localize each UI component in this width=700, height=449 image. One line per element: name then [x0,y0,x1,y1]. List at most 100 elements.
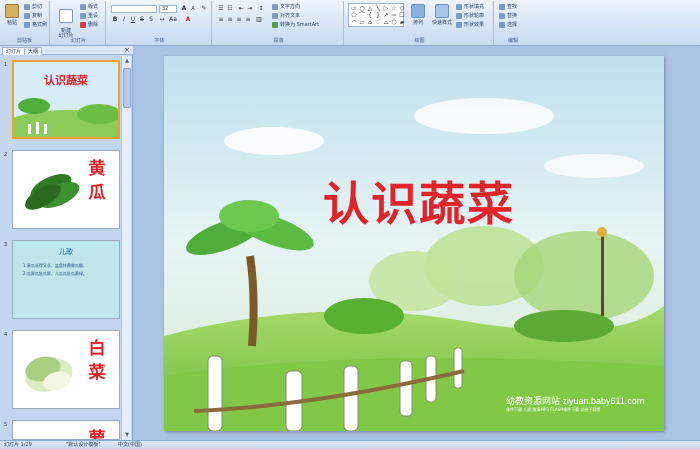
align-left-icon[interactable]: ≡ [217,16,225,24]
slide-3-line-1: 1.黄瓜长得又长，盆盘排黄做瓜瓣， [23,263,87,268]
shape-option-icon[interactable]: ◇ [398,5,406,12]
shadow-button[interactable]: S [147,16,155,24]
slide-number: 1 [4,62,8,68]
delete-slide-button[interactable]: 删除 [80,21,98,29]
shape-option-icon[interactable]: ☆ [390,5,398,12]
bullets-icon[interactable]: ☰ [217,5,225,13]
format-painter-button[interactable]: 格式刷 [24,21,47,29]
shape-gallery[interactable]: ▭ ○ △ ╲ ▷ ☆ ◇ ⬠ ⌒{} ↗ ⇨ ☐ ◠ ▱ ⌂ ♡ ⌓ ⬡ ▰ [348,3,406,27]
slide-thumbnail-2[interactable]: 黄瓜 [12,150,120,229]
slide-number: 2 [4,152,8,158]
shape-option-icon[interactable]: ╲ [374,5,382,12]
new-slide-icon [59,9,73,23]
justify-icon[interactable]: ≡ [244,16,252,24]
panel-tabs: 幻灯片 大纲 × [0,46,133,55]
slide-title[interactable]: 认识蔬菜 [304,168,534,234]
bold-button[interactable]: B [111,16,119,24]
font-color-button[interactable]: A [184,16,192,24]
tab-outline[interactable]: 大纲 [24,47,43,55]
editing-group-label: 编辑 [507,38,518,44]
columns-icon[interactable]: ▥ [255,16,263,24]
shape-option-icon[interactable]: ☐ [398,12,406,19]
shrink-font-button[interactable]: A [189,5,197,13]
shape-option-icon[interactable]: ♡ [374,19,382,26]
align-text-button[interactable]: 对齐文本 [272,12,300,20]
change-case-button[interactable]: Aa [169,16,177,24]
font-size-combo[interactable]: 32 [159,5,177,13]
strikethrough-button[interactable]: S [138,16,146,24]
select-button[interactable]: 选择 [499,21,517,29]
align-right-icon[interactable]: ≡ [235,16,243,24]
editing-group: 查找 替换 选择 编辑 [496,1,530,45]
close-icon[interactable]: × [124,46,130,55]
slides-group-label: 幻灯片 [70,38,86,44]
quick-styles-icon [435,4,449,18]
shape-option-icon[interactable]: ⌂ [366,19,374,26]
shape-option-icon[interactable]: { [366,12,374,19]
paste-button[interactable]: 粘贴 [2,3,22,33]
scroll-up-icon[interactable]: ▲ [122,56,132,66]
shape-option-icon[interactable]: ⬠ [350,12,358,19]
shape-option-icon[interactable]: } [374,12,382,19]
clear-format-icon[interactable]: ✎ [200,5,208,13]
underline-button[interactable]: U [129,16,137,24]
text-direction-button[interactable]: 文字方向 [272,3,300,11]
italic-button[interactable]: I [120,16,128,24]
slide-1-title: 认识蔬菜 [44,74,88,87]
align-center-icon[interactable]: ≡ [226,16,234,24]
shape-option-icon[interactable]: ↗ [382,12,390,19]
clipboard-group-label: 剪贴板 [16,38,32,44]
shape-option-icon[interactable]: ⇨ [390,12,398,19]
slide-thumbnail-3[interactable]: 儿歌 1.黄瓜长得又长，盆盘排黄做瓜瓣， 2.瓜胖瓜肚瓜胖，人瓜瓜肚瓜黄绿。 [12,240,120,319]
decrease-indent-icon[interactable]: ⇤ [237,5,245,13]
slide-5-title: 萝 [88,429,106,440]
brush-icon [24,21,30,28]
slide-number: 4 [4,332,8,338]
slide-thumbnail-4[interactable]: 白菜 [12,330,120,409]
grow-font-button[interactable]: A [180,5,188,13]
drawing-group-label: 绘图 [414,38,425,44]
shape-option-icon[interactable]: ⌒ [358,12,366,19]
tab-slides[interactable]: 幻灯片 [2,47,26,55]
layout-button[interactable]: 版式 [80,3,98,11]
slide-editor: 认识蔬菜 幼教资源网站 ziyuan.baby611.com 课件下载 儿歌 故… [134,46,700,440]
smartart-button[interactable]: 转换为 SmartArt [272,21,319,29]
shape-effects-button[interactable]: 形状效果 [456,21,484,29]
select-icon [499,21,505,28]
quick-styles-button[interactable]: 快速样式 [430,3,454,33]
shape-option-icon[interactable]: △ [366,5,374,12]
shape-option-icon[interactable]: ▱ [358,19,366,26]
new-slide-button[interactable]: 新建 幻灯片 [55,3,77,39]
replace-button[interactable]: 替换 [499,12,517,20]
shape-option-icon[interactable]: ▭ [350,5,358,12]
scrollbar-thumb[interactable] [123,68,131,108]
numbering-icon[interactable]: ☷ [226,5,234,13]
slide-3-title: 儿歌 [59,248,73,256]
current-slide[interactable]: 认识蔬菜 幼教资源网站 ziyuan.baby611.com 课件下载 儿歌 故… [164,56,664,431]
arrange-button[interactable]: 排列 [408,3,428,33]
slide-number: 5 [4,422,8,428]
shape-option-icon[interactable]: ▷ [382,5,390,12]
copy-button[interactable]: 复制 [24,12,42,20]
slide-number: 3 [4,242,8,248]
outline-icon [456,12,462,19]
shape-option-icon[interactable]: ▰ [398,19,406,26]
find-button[interactable]: 查找 [499,3,517,11]
char-spacing-button[interactable]: ↔ [158,16,166,24]
shape-option-icon[interactable]: ○ [358,5,366,12]
panel-scrollbar[interactable]: ▲ ▼ [121,56,131,440]
slide-thumbnail-5[interactable]: 萝 [12,420,120,440]
scroll-down-icon[interactable]: ▼ [122,430,132,440]
slide-thumbnail-1[interactable]: 认识蔬菜 [12,60,120,139]
shape-outline-button[interactable]: 形状轮廓 [456,12,484,20]
font-name-combo[interactable] [111,5,157,13]
shape-option-icon[interactable]: ⬡ [390,19,398,26]
cut-button[interactable]: 剪切 [24,3,42,11]
shape-fill-button[interactable]: 形状填充 [456,3,484,11]
line-spacing-icon[interactable]: ↕ [257,5,265,13]
increase-indent-icon[interactable]: ⇥ [246,5,254,13]
shape-option-icon[interactable]: ◠ [350,19,358,26]
reset-button[interactable]: 重设 [80,12,98,20]
scissors-icon [24,3,30,10]
shape-option-icon[interactable]: ⌓ [382,19,390,26]
